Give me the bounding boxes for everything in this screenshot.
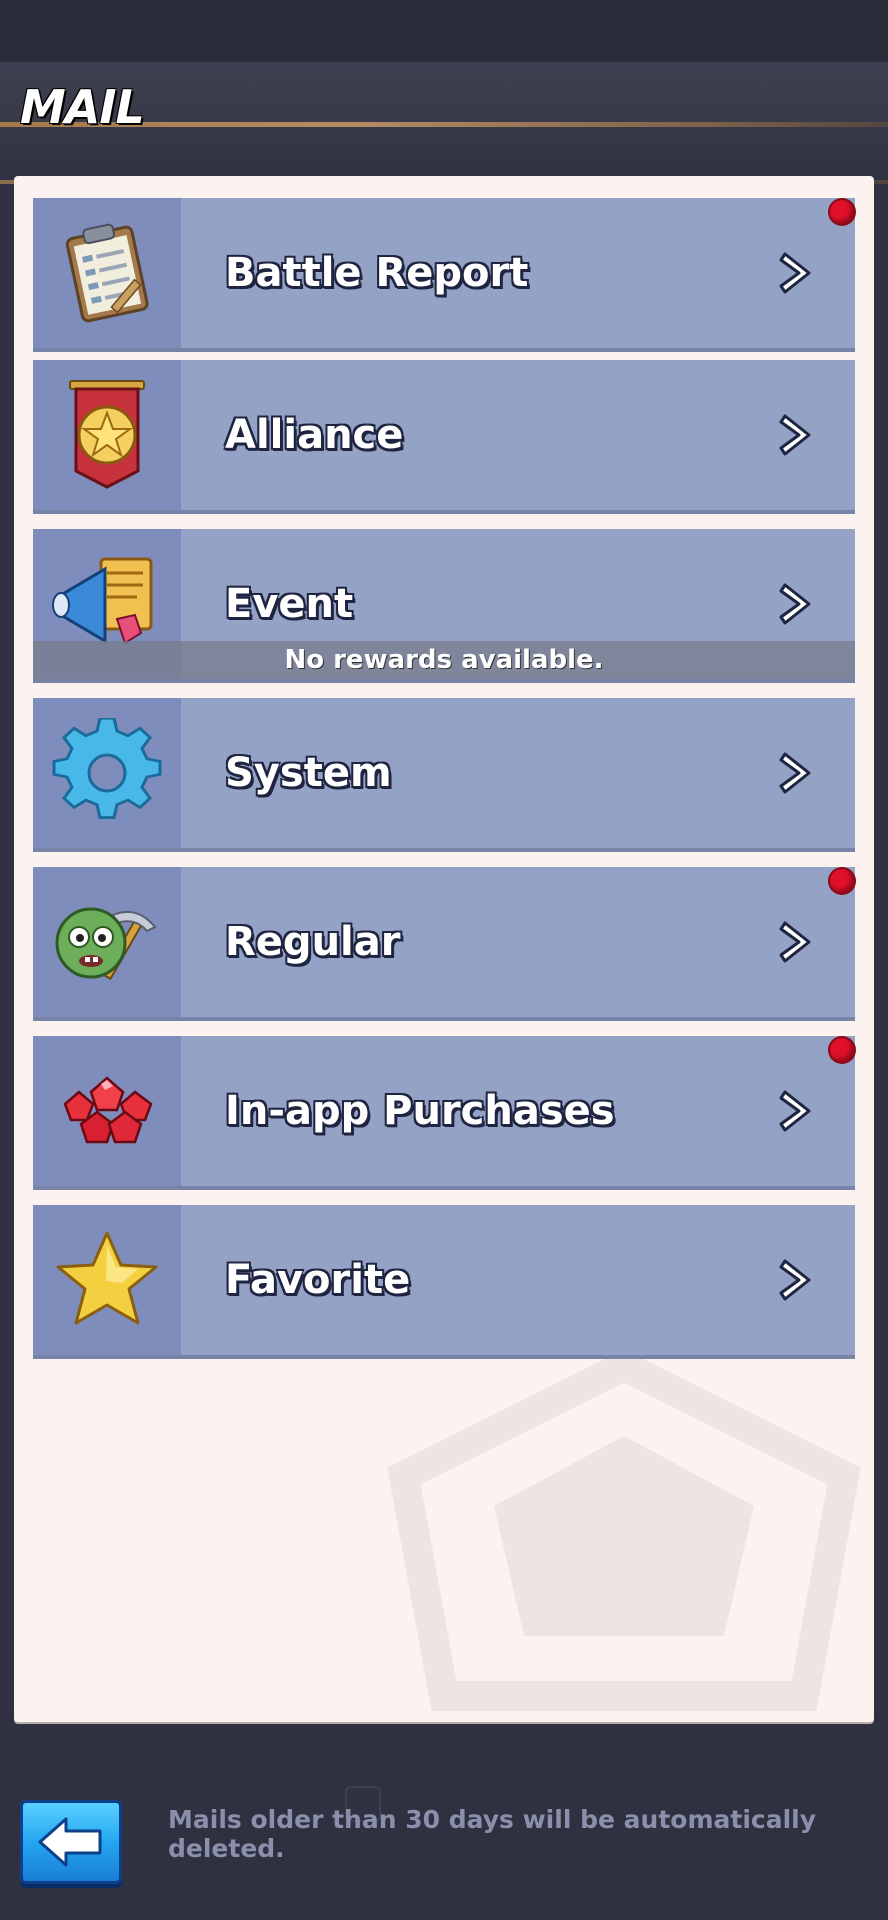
chevron-right-icon	[779, 921, 811, 963]
category-label: In-app Purchases	[225, 1088, 615, 1134]
zombie-pickaxe-icon	[33, 867, 181, 1017]
unread-badge	[830, 200, 854, 224]
page-title: MAIL	[20, 80, 145, 134]
status-area	[0, 0, 888, 62]
alliance-banner-icon	[33, 360, 181, 510]
chevron-right-icon	[779, 752, 811, 794]
mail-category-alliance[interactable]: Alliance	[33, 360, 855, 514]
chevron-right-icon	[779, 583, 811, 625]
category-label: Alliance	[225, 412, 404, 458]
chevron-right-icon	[779, 1090, 811, 1132]
category-label: Regular	[225, 919, 401, 965]
category-label: Battle Report	[225, 250, 529, 296]
no-rewards-notice: No rewards available.	[33, 641, 855, 679]
back-arrow-icon	[38, 1817, 102, 1867]
star-icon	[33, 1205, 181, 1355]
auto-delete-notice: Mails older than 30 days will be automat…	[168, 1805, 817, 1863]
mail-category-in-app-purchases[interactable]: In-app Purchases	[33, 1036, 855, 1190]
unread-badge	[830, 1038, 854, 1062]
mail-category-battle-report[interactable]: Battle Report	[33, 198, 855, 352]
mail-category-event[interactable]: Event No rewards available.	[33, 529, 855, 683]
category-label: Favorite	[225, 1257, 411, 1303]
mail-category-regular[interactable]: Regular	[33, 867, 855, 1021]
unread-badge	[830, 869, 854, 893]
mail-category-system[interactable]: System	[33, 698, 855, 852]
category-label: System	[225, 750, 392, 796]
chevron-right-icon	[779, 252, 811, 294]
clipboard-icon	[33, 198, 181, 348]
back-button[interactable]	[20, 1800, 122, 1884]
chevron-right-icon	[779, 1259, 811, 1301]
watermark-emblem	[387, 1356, 861, 1711]
gear-icon	[33, 698, 181, 848]
gems-icon	[33, 1036, 181, 1186]
chevron-right-icon	[779, 414, 811, 456]
mail-category-favorite[interactable]: Favorite	[33, 1205, 855, 1359]
